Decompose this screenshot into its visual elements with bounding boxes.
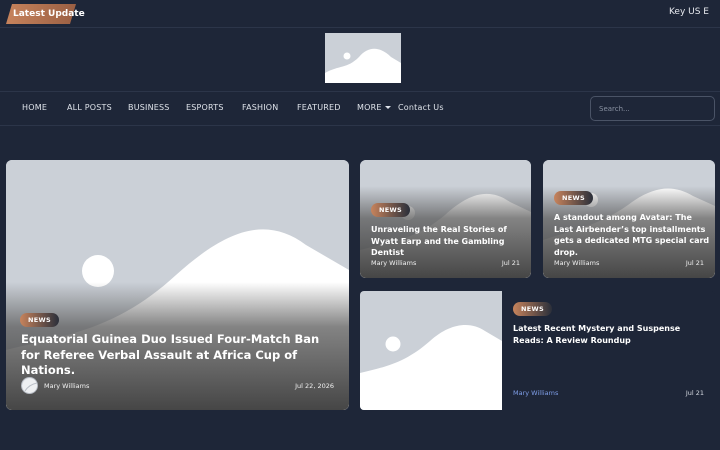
nav-item-fashion[interactable]: FASHION [242, 103, 278, 115]
post-thumbnail[interactable] [360, 291, 502, 410]
post-date: Jul 21 [685, 259, 704, 267]
chevron-down-icon [384, 106, 391, 109]
post-card-small[interactable]: NEWS Unraveling the Real Stories of Wyat… [360, 160, 531, 278]
avatar[interactable] [21, 377, 38, 394]
post-title[interactable]: Unraveling the Real Stories of Wyatt Ear… [371, 224, 526, 259]
nav-item-home[interactable]: HOME [22, 103, 47, 115]
category-badge[interactable]: NEWS [554, 191, 593, 205]
top-bar: Latest Update Key US E [0, 0, 720, 28]
nav-item-featured[interactable]: FEATURED [297, 103, 341, 115]
category-badge[interactable]: NEWS [20, 313, 59, 327]
news-ticker[interactable]: Key US E [669, 7, 709, 17]
site-logo[interactable] [325, 33, 401, 83]
search-input[interactable] [590, 96, 715, 121]
nav-item-more[interactable]: MORE [357, 103, 391, 115]
post-author[interactable]: Mary Williams [44, 382, 89, 390]
post-title[interactable]: A standout among Avatar: The Last Airben… [554, 212, 711, 258]
nav-item-business[interactable]: BUSINESS [128, 103, 170, 115]
nav-item-esports[interactable]: ESPORTS [186, 103, 224, 115]
nav-more-label: MORE [357, 103, 382, 112]
post-card-small[interactable]: NEWS A standout among Avatar: The Last A… [543, 160, 715, 278]
nav-divider-top [0, 91, 720, 92]
post-date: Jul 21 [501, 259, 520, 267]
nav-item-contact-us[interactable]: Contact Us [398, 103, 444, 115]
post-title[interactable]: Equatorial Guinea Duo Issued Four-Match … [21, 332, 336, 379]
nav-item-all-posts[interactable]: ALL POSTS [67, 103, 112, 115]
image-placeholder-icon [360, 291, 502, 410]
post-card-wide[interactable]: NEWS Latest Recent Mystery and Suspense … [360, 291, 715, 410]
post-card-featured[interactable]: NEWS Equatorial Guinea Duo Issued Four-M… [6, 160, 349, 410]
latest-update-text: Latest Update [13, 9, 85, 19]
post-author[interactable]: Mary Williams [371, 259, 416, 267]
post-date: Jul 21 [685, 389, 704, 397]
post-date: Jul 22, 2026 [295, 382, 334, 390]
post-author[interactable]: Mary Williams [513, 389, 558, 397]
latest-update-label: Latest Update [6, 4, 85, 24]
post-title[interactable]: Latest Recent Mystery and Suspense Reads… [513, 323, 708, 346]
category-badge[interactable]: NEWS [371, 203, 410, 217]
post-author[interactable]: Mary Williams [554, 259, 599, 267]
category-badge[interactable]: NEWS [513, 302, 552, 316]
nav-divider-bottom [0, 125, 720, 126]
image-placeholder-icon [325, 33, 401, 83]
